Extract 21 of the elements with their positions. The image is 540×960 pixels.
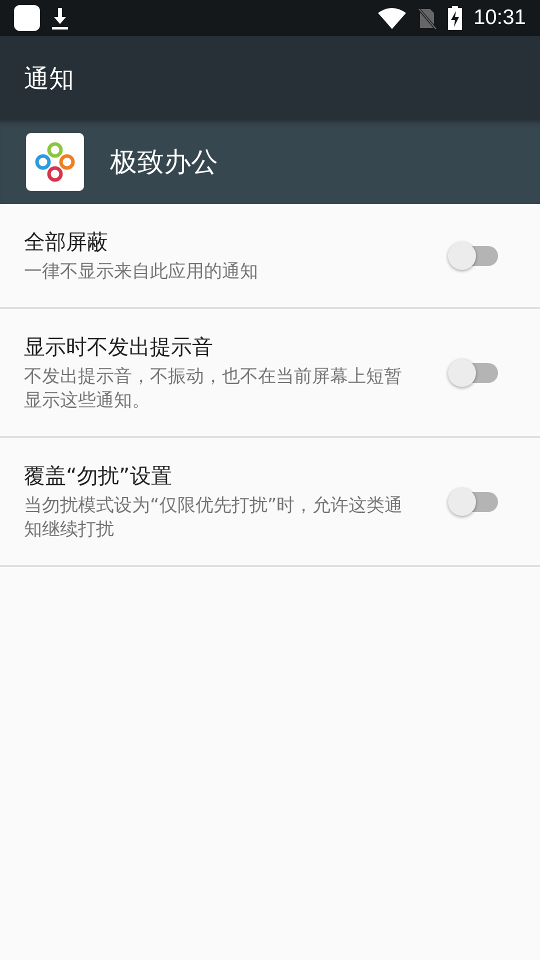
app-logo-icon bbox=[26, 133, 84, 191]
setting-summary: 一律不显示来自此应用的通知 bbox=[24, 260, 258, 284]
toggle-switch[interactable] bbox=[448, 358, 500, 388]
setting-row[interactable]: 全部屏蔽 一律不显示来自此应用的通知 bbox=[0, 204, 540, 310]
setting-row[interactable]: 覆盖“勿扰”设置 当勿扰模式设为“仅限优先打扰”时，允许这类通知继续打扰 bbox=[0, 438, 540, 567]
notification-icon bbox=[14, 5, 40, 31]
setting-summary: 不发出提示音，不振动，也不在当前屏幕上短暂显示这些通知。 bbox=[24, 365, 403, 412]
no-sim-icon bbox=[417, 6, 438, 30]
setting-title: 覆盖“勿扰”设置 bbox=[24, 463, 173, 490]
setting-title: 全部屏蔽 bbox=[24, 229, 109, 256]
setting-row[interactable]: 显示时不发出提示音 不发出提示音，不振动，也不在当前屏幕上短暂显示这些通知。 bbox=[0, 309, 540, 438]
toggle-switch[interactable] bbox=[448, 240, 500, 271]
clock: 10:31 bbox=[473, 6, 526, 30]
toggle-switch[interactable] bbox=[448, 486, 500, 517]
app-name: 极致办公 bbox=[110, 146, 218, 180]
setting-title: 显示时不发出提示音 bbox=[24, 334, 214, 362]
battery-charging-icon bbox=[447, 5, 464, 31]
download-icon bbox=[50, 6, 70, 30]
screen-title: 通知 bbox=[24, 62, 74, 94]
wifi-icon bbox=[377, 6, 408, 30]
setting-summary: 当勿扰模式设为“仅限优先打扰”时，允许这类通知继续打扰 bbox=[24, 494, 404, 541]
